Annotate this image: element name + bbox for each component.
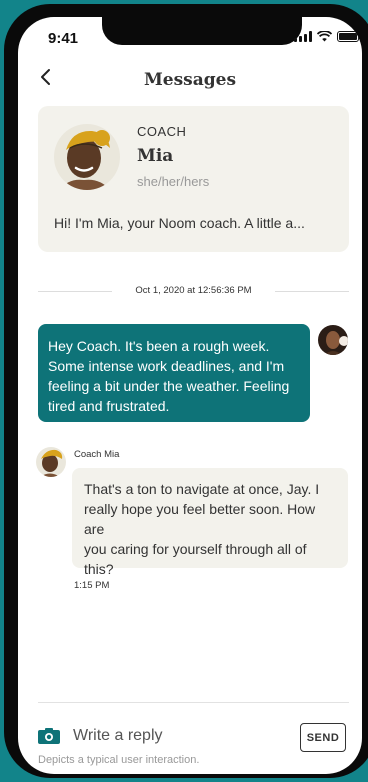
coach-role-label: COACH [137,124,187,139]
incoming-message-bubble: That's a ton to navigate at once, Jay. I… [72,468,348,577]
battery-fill [339,33,357,40]
message-line: feeling a bit under the weather. Feeling [48,378,290,394]
message-line: this? [84,561,114,577]
coach-profile-card[interactable]: COACH Mia she/her/hers Hi! I'm Mia, your… [38,106,349,252]
date-divider: Oct 1, 2020 at 12:56:36 PM [38,285,349,299]
message-line: That's a ton to navigate at once, Jay. I [84,481,320,497]
message-timestamp: 1:15 PM [74,580,110,591]
status-icons [294,31,362,42]
status-time: 9:41 [48,30,79,47]
app-screen: 9:41 Messages COACH Mia she/her/hers Hi!… [18,17,362,774]
coach-intro-preview: Hi! I'm Mia, your Noom coach. A little a… [54,215,305,231]
coach-small-avatar [36,447,66,477]
camera-icon[interactable] [38,728,60,744]
reply-input[interactable] [73,725,293,747]
divider-line-right [275,291,349,292]
battery-icon [337,31,362,42]
device-notch [102,17,302,45]
phone-frame: 9:41 Messages COACH Mia she/her/hers Hi!… [4,4,368,778]
disclaimer-text: Depicts a typical user interaction. [38,754,200,766]
message-sender-name: Coach Mia [74,449,120,460]
message-line: tired and frustrated. [48,398,170,414]
message-line: really hope you feel better soon. How ar… [84,501,316,537]
signal-icon [294,31,312,42]
wifi-icon [317,31,332,42]
page-title: Messages [143,70,237,90]
nav-bar: Messages [18,57,362,97]
coach-name: Mia [137,146,174,166]
message-line: you caring for yourself through all of [84,541,307,557]
user-avatar [318,325,348,355]
coach-avatar [54,124,120,190]
outgoing-message-bubble: Hey Coach. It's been a rough week. Some … [38,324,310,422]
message-line: Hey Coach. It's been a rough week. [48,338,270,354]
send-button[interactable]: SEND [300,723,346,752]
coach-pronouns: she/her/hers [137,174,210,189]
composer-divider [38,702,349,703]
message-line: Some intense work deadlines, and I'm [48,358,285,374]
